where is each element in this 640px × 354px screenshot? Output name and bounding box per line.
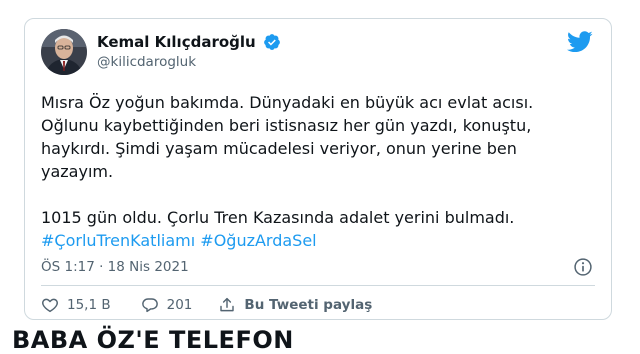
reply-button[interactable]: 201 <box>141 296 193 314</box>
share-label: Bu Tweeti paylaş <box>244 297 373 313</box>
twitter-bird-icon[interactable] <box>567 31 593 53</box>
profile-photo <box>41 29 87 75</box>
tweet-text-line: Mısra Öz yoğun bakımda. Dünyadaki en büy… <box>41 93 534 112</box>
avatar[interactable] <box>41 29 87 75</box>
like-button[interactable]: 15,1 B <box>41 296 111 314</box>
tweet-timestamp[interactable]: ÖS 1:17 · 18 Nis 2021 <box>41 259 189 275</box>
tweet-text-line: Oğlunu kaybettiğinden beri istisnasız he… <box>41 116 532 135</box>
info-icon[interactable] <box>573 257 593 277</box>
reply-bubble-icon <box>141 298 158 313</box>
verified-badge-icon <box>264 34 280 50</box>
author-handle[interactable]: @kilicdarogluk <box>97 54 196 70</box>
tweet-card[interactable]: Kemal Kılıçdaroğlu @kilicdarogluk Mısra … <box>24 18 612 320</box>
tweet-text-line: haykırdı. Şimdi yaşam mücadelesi veriyor… <box>41 139 517 158</box>
share-button[interactable]: Bu Tweeti paylaş <box>218 296 372 314</box>
hashtag-link[interactable]: #OğuzArdaSel <box>200 231 316 250</box>
heart-icon <box>42 298 58 313</box>
tweet-actions: 15,1 B 201 Bu Tweeti paylaş <box>41 295 372 315</box>
reply-count: 201 <box>166 297 193 313</box>
hashtag-line: #ÇorluTrenKatliamı #OğuzArdaSel <box>41 229 601 252</box>
tweet-text-line: yazayım. <box>41 162 114 181</box>
share-icon <box>220 297 235 312</box>
article-headline: BABA ÖZ'E TELEFON <box>12 326 294 354</box>
like-count: 15,1 B <box>67 297 111 313</box>
divider <box>41 285 595 286</box>
tweet-text-line: 1015 gün oldu. Çorlu Tren Kazasında adal… <box>41 208 515 227</box>
hashtag-link[interactable]: #ÇorluTrenKatliamı <box>41 231 195 250</box>
author-name[interactable]: Kemal Kılıçdaroğlu <box>97 33 256 51</box>
tweet-text: Mısra Öz yoğun bakımda. Dünyadaki en büy… <box>41 91 601 252</box>
